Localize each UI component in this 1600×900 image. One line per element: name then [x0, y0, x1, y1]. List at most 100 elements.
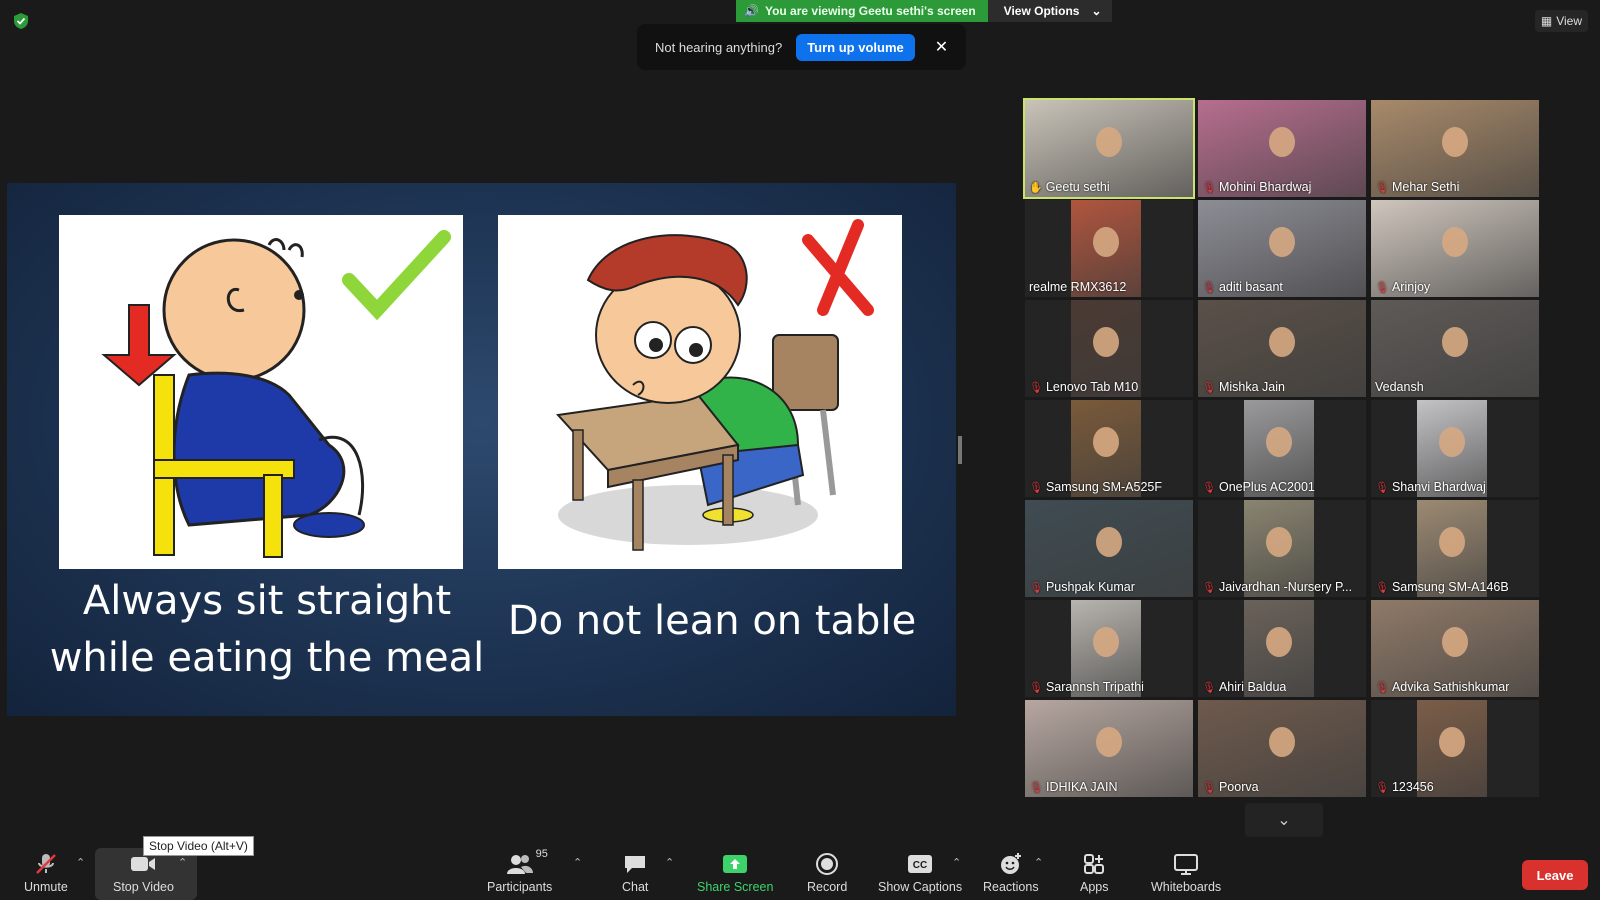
view-layout-button[interactable]: ▦ View	[1534, 10, 1588, 32]
participant-name-label: realme RMX3612	[1029, 280, 1126, 294]
view-options-button[interactable]: View Options ⌄	[987, 0, 1112, 22]
participant-face	[1442, 327, 1468, 358]
muted-mic-icon: 🎙	[1375, 781, 1389, 794]
participant-name-label: 🎙 Shanvi Bhardwaj	[1375, 480, 1486, 494]
show-captions-label: Show Captions	[878, 880, 963, 894]
participant-name: Vedansh	[1375, 380, 1424, 394]
participant-name-label: 🎙 Ahiri Baldua	[1202, 680, 1286, 694]
chat-label: Chat	[622, 880, 649, 894]
gallery-next-page-button[interactable]: ⌄	[1245, 803, 1323, 837]
leave-button[interactable]: Leave	[1522, 860, 1588, 890]
grid-icon: ▦	[1540, 14, 1553, 28]
participant-face	[1269, 227, 1295, 258]
participant-face	[1096, 127, 1122, 158]
participants-label: Participants	[487, 880, 553, 894]
participant-name-label: 🎙 Advika Sathishkumar	[1375, 680, 1509, 694]
muted-mic-icon	[34, 850, 58, 878]
participant-tile[interactable]: 🎙 IDHIKA JAIN	[1025, 700, 1193, 797]
participant-name: Mehar Sethi	[1391, 180, 1460, 194]
chat-caret-icon[interactable]: ⌃	[665, 856, 674, 869]
participant-name: 123456	[1391, 780, 1434, 794]
participant-name: Mohini Bhardwaj	[1218, 180, 1312, 194]
share-screen-button[interactable]: Share Screen	[697, 850, 773, 894]
participant-tile[interactable]: 🎙 Poorva	[1198, 700, 1366, 797]
participant-name-label: ✋ Geetu sethi	[1029, 180, 1110, 194]
close-icon[interactable]: ✕	[935, 37, 948, 57]
participant-tile[interactable]: 🎙 Advika Sathishkumar	[1371, 600, 1539, 697]
reactions-smiley-icon	[999, 850, 1023, 878]
muted-mic-icon: 🎙	[1375, 681, 1389, 694]
participant-tile[interactable]: 🎙 Ahiri Baldua	[1198, 600, 1366, 697]
participants-caret-icon[interactable]: ⌃	[573, 856, 582, 869]
slide-caption-left: Always sit straight while eating the mea…	[37, 573, 497, 687]
participant-tile[interactable]: 🎙 Sarannsh Tripathi	[1025, 600, 1193, 697]
reactions-caret-icon[interactable]: ⌃	[1034, 856, 1043, 869]
participant-tile[interactable]: Vedansh	[1371, 300, 1539, 397]
participant-name: Mishka Jain	[1218, 380, 1285, 394]
participant-tile[interactable]: 🎙 Lenovo Tab M10	[1025, 300, 1193, 397]
participant-name: Ahiri Baldua	[1218, 680, 1287, 694]
toast-message: Not hearing anything?	[655, 39, 783, 55]
reactions-label: Reactions	[983, 880, 1039, 894]
audio-options-caret-icon[interactable]: ⌃	[76, 856, 85, 869]
show-captions-button[interactable]: CC Show Captions	[878, 850, 962, 894]
reactions-button[interactable]: Reactions	[983, 850, 1039, 894]
cross-mark-icon	[802, 219, 874, 316]
participant-tile[interactable]: 🎙 Samsung SM-A525F	[1025, 400, 1193, 497]
participant-tile[interactable]: 🎙 OnePlus AC2001	[1198, 400, 1366, 497]
participant-name-label: Vedansh	[1375, 380, 1424, 394]
caption-line-2: while eating the meal	[49, 635, 485, 681]
participant-tile[interactable]: 🎙 Shanvi Bhardwaj	[1371, 400, 1539, 497]
video-camera-icon	[129, 850, 157, 878]
participant-name: Arinjoy	[1391, 280, 1431, 294]
participant-tile[interactable]: 🎙 Jaivardhan -Nursery P...	[1198, 500, 1366, 597]
share-screen-label: Share Screen	[697, 880, 774, 894]
stop-video-button[interactable]: Stop Video	[113, 850, 174, 894]
speaker-icon: 🔊	[744, 4, 759, 18]
participant-face	[1269, 327, 1295, 358]
turn-up-volume-button[interactable]: Turn up volume	[796, 33, 915, 61]
share-screen-icon	[722, 850, 748, 878]
whiteboards-button[interactable]: Whiteboards	[1151, 850, 1221, 894]
participant-tile[interactable]: 🎙 aditi basant	[1198, 200, 1366, 297]
participant-tile[interactable]: 🎙 Samsung SM-A146B	[1371, 500, 1539, 597]
meeting-toolbar: Unmute ⌃ Stop Video ⌃ 95 Participants ⌃ …	[0, 848, 1600, 900]
view-label: View	[1556, 14, 1582, 28]
participant-tile[interactable]: ✋ Geetu sethi	[1023, 98, 1195, 199]
participant-gallery: ✋ Geetu sethi 🎙 Mohini Bhardwaj 🎙 Mehar Sethi…	[1023, 98, 1541, 797]
participants-button[interactable]: 95 Participants	[487, 848, 553, 894]
captions-caret-icon[interactable]: ⌃	[952, 856, 961, 869]
record-icon	[815, 850, 839, 878]
participant-tile[interactable]: 🎙 Mehar Sethi	[1371, 100, 1539, 197]
participant-tile[interactable]: 🎙 Pushpak Kumar	[1025, 500, 1193, 597]
muted-mic-icon: 🎙	[1202, 681, 1216, 694]
participant-name-label: 🎙 Sarannsh Tripathi	[1029, 680, 1144, 694]
video-options-caret-icon[interactable]: ⌃	[178, 856, 187, 869]
unmute-button[interactable]: Unmute	[24, 850, 68, 894]
participant-face	[1439, 527, 1465, 558]
whiteboards-label: Whiteboards	[1151, 880, 1222, 894]
participant-tile[interactable]: 🎙 Arinjoy	[1371, 200, 1539, 297]
participant-tile[interactable]: 🎙 Mishka Jain	[1198, 300, 1366, 397]
participants-icon: 95	[506, 848, 548, 878]
record-button[interactable]: Record	[807, 850, 847, 894]
view-options-label: View Options	[1003, 4, 1080, 18]
participant-name-label: 🎙 IDHIKA JAIN	[1029, 780, 1118, 794]
chat-bubble-icon	[623, 850, 647, 878]
chevron-down-icon: ⌄	[1091, 4, 1102, 18]
participant-name-label: 🎙 Mehar Sethi	[1375, 180, 1459, 194]
participant-name-label: 🎙 Arinjoy	[1375, 280, 1430, 294]
encryption-shield-icon[interactable]	[12, 12, 30, 30]
participant-tile[interactable]: 🎙 123456	[1371, 700, 1539, 797]
closed-captions-icon: CC	[907, 850, 933, 878]
participant-tile[interactable]: realme RMX3612	[1025, 200, 1193, 297]
panel-resize-handle[interactable]	[958, 436, 962, 464]
participant-name-label: 🎙 Lenovo Tab M10	[1029, 380, 1138, 394]
record-label: Record	[807, 880, 848, 894]
muted-mic-icon: 🎙	[1029, 381, 1043, 394]
apps-button[interactable]: Apps	[1080, 850, 1109, 894]
participant-face	[1266, 427, 1292, 458]
slide-caption-right: Do not lean on table	[507, 598, 917, 644]
participant-tile[interactable]: 🎙 Mohini Bhardwaj	[1198, 100, 1366, 197]
chat-button[interactable]: Chat	[622, 850, 648, 894]
